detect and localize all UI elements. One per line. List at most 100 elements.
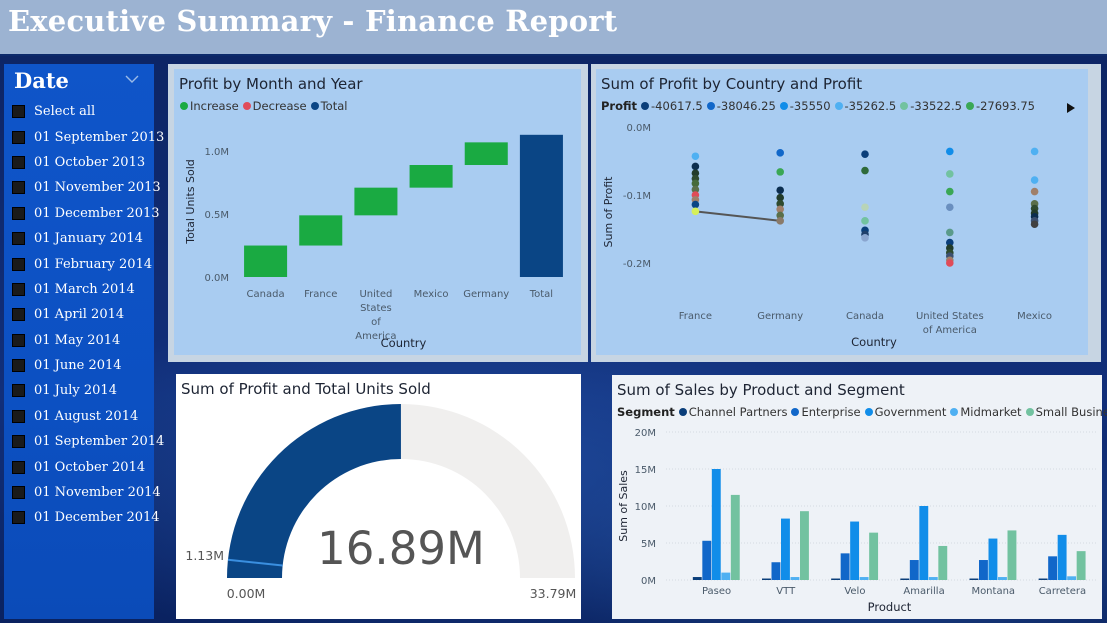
checkbox[interactable]: [12, 130, 25, 144]
bar: [969, 578, 979, 580]
bar: [730, 494, 740, 580]
x-tick-label: Carretera: [1039, 586, 1086, 597]
slicer-item[interactable]: 01 June 2014: [12, 353, 164, 378]
scatter-point: [861, 217, 869, 225]
slicer-item-label: 01 April 2014: [34, 307, 125, 323]
scatter-point: [946, 228, 954, 237]
slicer-item-label: 01 March 2014: [34, 281, 135, 297]
bar: [790, 577, 800, 580]
scatter-point: [691, 152, 700, 161]
product-segment-chart: 0M 5M 10M 15M 20M Paseo VTT Velo Amarilla Montana…: [617, 428, 1097, 614]
y-tick-label: 0.5M: [204, 210, 229, 221]
checkbox[interactable]: [12, 105, 25, 119]
scatter-point: [691, 200, 700, 209]
scatter-point: [861, 166, 869, 175]
bar: [859, 577, 869, 580]
waterfall-panel[interactable]: Profit by Month and Year Increase Decrea…: [168, 64, 588, 362]
x-tick-label: Paseo: [702, 586, 731, 597]
checkbox[interactable]: [12, 359, 25, 373]
checkbox[interactable]: [12, 511, 25, 525]
y-tick-label: 0.0M: [626, 123, 651, 134]
bar: [711, 469, 721, 580]
scatter-point: [691, 162, 700, 171]
y-tick-label: 0.0M: [204, 273, 229, 284]
checkbox[interactable]: [12, 206, 25, 220]
checkbox[interactable]: [12, 181, 25, 195]
checkbox[interactable]: [12, 435, 25, 449]
slicer-item[interactable]: 01 September 2013: [12, 124, 164, 149]
bar: [998, 577, 1007, 580]
date-slicer[interactable]: Date Select all 01 September 2013 01 Oct…: [4, 64, 164, 619]
slicer-item[interactable]: 01 December 2013: [12, 201, 164, 226]
x-tick-label: Canada: [247, 289, 285, 300]
scatter-point: [776, 168, 784, 176]
slicer-item[interactable]: 01 October 2013: [12, 150, 164, 175]
scatter-point: [946, 147, 954, 156]
checkbox[interactable]: [12, 384, 25, 398]
checkbox[interactable]: [12, 308, 25, 322]
x-tick-label: United: [359, 289, 392, 300]
bar: [850, 521, 860, 580]
product-segment-panel[interactable]: Sum of Sales by Product and Segment Segm…: [612, 375, 1107, 619]
scatter-panel[interactable]: Sum of Profit by Country and Profit Prof…: [591, 64, 1101, 362]
checkbox[interactable]: [12, 155, 25, 169]
slicer-item[interactable]: 01 September 2014: [12, 429, 164, 454]
slicer-item[interactable]: 01 April 2014: [12, 302, 164, 327]
checkbox[interactable]: [12, 486, 25, 500]
bar: [692, 577, 702, 580]
slicer-item[interactable]: 01 February 2014: [12, 251, 164, 276]
scatter-visual[interactable]: Sum of Profit by Country and Profit Prof…: [596, 69, 1088, 355]
bar: [900, 578, 910, 580]
scatter-point: [776, 217, 784, 225]
x-axis-title: Product: [868, 600, 912, 614]
slicer-item[interactable]: 01 August 2014: [12, 404, 164, 429]
slicer-item[interactable]: 01 May 2014: [12, 328, 164, 353]
x-axis-title: Country: [381, 336, 427, 350]
slicer-item-label: 01 October 2013: [34, 154, 146, 170]
checkbox[interactable]: [12, 232, 25, 246]
bar: [771, 562, 781, 580]
slicer-item[interactable]: 01 November 2014: [12, 480, 164, 505]
slicer-item-label: 01 December 2013: [34, 205, 160, 221]
bar: [762, 578, 771, 580]
scatter-point: [861, 234, 869, 242]
x-tick-label: of: [371, 317, 381, 328]
slicer-item-label: Select all: [34, 104, 96, 120]
y-tick-label: 1.0M: [204, 147, 229, 158]
y-tick-label: 0M: [641, 576, 656, 587]
chevron-down-icon[interactable]: [125, 72, 139, 86]
x-tick-label: Mexico: [414, 289, 449, 300]
bar: [831, 578, 841, 580]
slicer-item[interactable]: 01 January 2014: [12, 226, 164, 251]
y-tick-label: -0.1M: [623, 191, 651, 202]
slicer-item[interactable]: 01 November 2013: [12, 175, 164, 200]
checkbox[interactable]: [12, 333, 25, 347]
checkbox[interactable]: [12, 257, 25, 271]
bar: [919, 506, 929, 580]
slicer-item-select-all[interactable]: Select all: [12, 99, 164, 124]
report-title: Executive Summary - Finance Report: [8, 4, 618, 38]
checkbox[interactable]: [12, 409, 25, 423]
slicer-item-label: 01 October 2014: [34, 459, 146, 475]
slicer-item[interactable]: 01 July 2014: [12, 378, 164, 403]
slicer-item[interactable]: 01 March 2014: [12, 277, 164, 302]
x-tick-label: Mexico: [1017, 311, 1052, 322]
checkbox[interactable]: [12, 282, 25, 296]
slicer-item[interactable]: 01 December 2014: [12, 505, 164, 530]
gauge-target-label: 1.13M: [185, 548, 224, 563]
slicer-title: Date: [14, 68, 69, 93]
bar: [800, 511, 809, 580]
gauge-panel[interactable]: Sum of Profit and Total Units Sold 16.89…: [176, 374, 581, 619]
waterfall-bar: [244, 245, 288, 277]
scatter-point: [946, 203, 954, 212]
slicer-item-label: 01 August 2014: [34, 408, 139, 424]
bar: [909, 560, 919, 580]
waterfall-visual[interactable]: Profit by Month and Year Increase Decrea…: [174, 69, 581, 355]
slicer-item[interactable]: 01 October 2014: [12, 454, 164, 479]
series-line: [695, 210, 781, 222]
waterfall-chart: 0.0M0.5M1.0MCanada France UnitedStatesofAm…: [184, 134, 563, 350]
checkbox[interactable]: [12, 460, 25, 474]
slicer-list: Select all 01 September 2013 01 October …: [12, 99, 164, 531]
x-tick-label: France: [304, 289, 337, 300]
x-tick-label: Canada: [846, 311, 884, 322]
